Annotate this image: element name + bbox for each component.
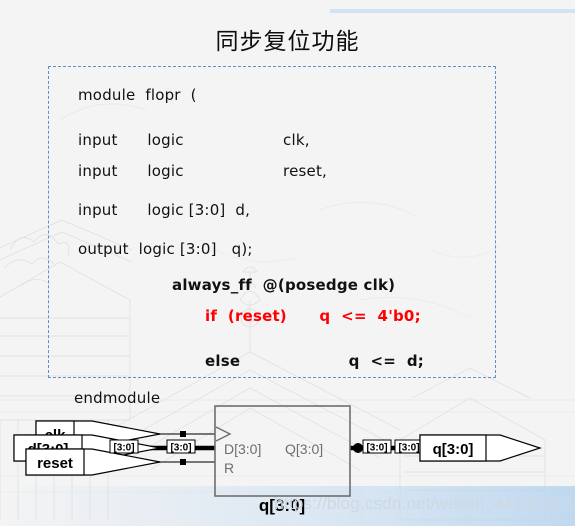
flipflop-pin-r-label: R: [224, 460, 234, 476]
bus-label-text: [3:0]: [170, 443, 191, 454]
bus-label-text: [3:0]: [113, 443, 134, 454]
output-port-q-label: q[3:0]: [433, 441, 474, 458]
csdn-watermark-url: https://blog.csdn.net/weixin_44145782: [274, 494, 571, 513]
bus-label-text: [3:0]: [366, 443, 387, 454]
page-title: 同步复位功能: [215, 29, 360, 55]
clock-edge-triangle-icon: [215, 426, 232, 442]
code-panel-border: [48, 66, 496, 378]
junction-dot-clk: [180, 431, 186, 437]
junction-dot-q: [353, 443, 363, 453]
flipflop-block[interactable]: D[3:0] Q[3:0] R: [214, 405, 351, 497]
bus-label-q-right: [3:0]: [394, 439, 424, 454]
output-port-q[interactable]: q[3:0]: [419, 434, 542, 462]
bus-label-text: [3:0]: [398, 443, 419, 454]
input-port-reset[interactable]: reset: [25, 448, 161, 476]
bus-label-d-right: [3:0]: [166, 439, 196, 454]
header-accent-rule: [330, 9, 575, 13]
flipflop-pin-q-label: Q[3:0]: [285, 441, 323, 457]
bus-label-d-left: [3:0]: [109, 439, 139, 454]
bus-label-q-left: [3:0]: [362, 439, 392, 454]
flipflop-pin-d-label: D[3:0]: [224, 441, 261, 457]
input-port-reset-label: reset: [37, 455, 73, 472]
junction-dot-reset: [180, 459, 186, 465]
